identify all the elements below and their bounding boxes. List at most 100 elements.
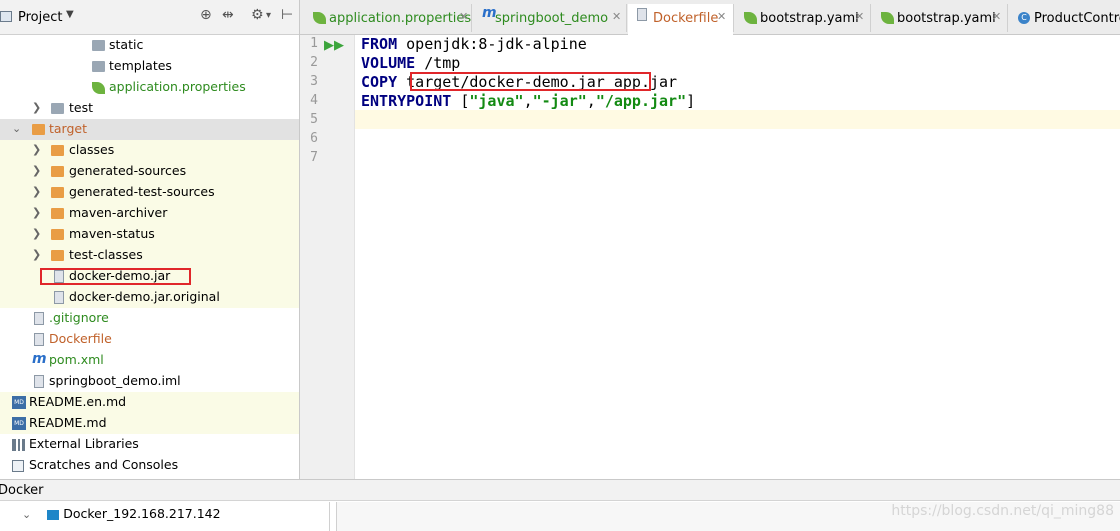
run-icon[interactable]: ▶▶: [324, 38, 344, 53]
close-icon[interactable]: ✕: [992, 10, 1001, 23]
libraries-icon: [12, 439, 25, 451]
current-line-highlight: [355, 110, 1120, 129]
tree-item-dockerfile[interactable]: Dockerfile: [0, 329, 299, 350]
close-icon[interactable]: ✕: [717, 10, 726, 23]
chevron-down-icon[interactable]: ▼: [66, 9, 74, 20]
tree-item-target[interactable]: ⌄ target: [0, 119, 299, 140]
docker-icon: [47, 509, 60, 520]
folder-icon: [51, 250, 64, 261]
tab-label: springboot_demo: [495, 11, 609, 26]
locate-icon[interactable]: ⊕: [200, 7, 212, 23]
chevron-right-icon[interactable]: ❯: [32, 101, 41, 114]
tree-item-label: maven-status: [69, 226, 155, 241]
tree-item-gitignore[interactable]: .gitignore: [0, 308, 299, 329]
keyword: COPY: [361, 73, 398, 91]
close-icon[interactable]: ✕: [612, 10, 621, 23]
code-text: [: [451, 92, 470, 110]
line-number: 5: [310, 112, 318, 127]
tree-item-application-properties[interactable]: application.properties: [0, 77, 299, 98]
chevron-down-icon[interactable]: ⌄: [12, 122, 21, 135]
tree-item-label: test: [69, 100, 94, 115]
tree-item-label: templates: [109, 58, 172, 73]
string-literal: "java": [469, 92, 524, 110]
tree-item-pom-xml[interactable]: m pom.xml: [0, 350, 299, 371]
close-icon[interactable]: ✕: [855, 10, 864, 23]
close-icon[interactable]: ✕: [459, 10, 468, 23]
class-icon: C: [1018, 12, 1030, 24]
keyword: FROM: [361, 35, 398, 53]
spring-leaf-icon: [92, 82, 105, 94]
chevron-right-icon[interactable]: ❯: [32, 227, 41, 240]
line-number-gutter: 1 2 3 4 5 6 7 ▶▶: [300, 35, 355, 479]
file-icon: [34, 333, 44, 346]
tab-product-controller[interactable]: C ProductControl: [1009, 4, 1120, 32]
chevron-right-icon[interactable]: ❯: [32, 206, 41, 219]
folder-icon: [51, 208, 64, 219]
docker-connection-node[interactable]: ⌄ Docker_192.168.217.142: [22, 506, 221, 521]
file-icon: [34, 375, 44, 388]
tree-item-external-libraries[interactable]: External Libraries: [0, 434, 299, 455]
folder-icon: [51, 103, 64, 114]
docker-file-icon: [637, 8, 647, 21]
tree-item-test[interactable]: ❯ test: [0, 98, 299, 119]
watermark: https://blog.csdn.net/qi_ming88: [891, 503, 1114, 519]
tab-application-properties[interactable]: application.properties ✕: [304, 4, 472, 32]
tree-item-readme[interactable]: MD README.md: [0, 413, 299, 434]
tree-item-iml[interactable]: springboot_demo.iml: [0, 371, 299, 392]
code-editor[interactable]: 1 2 3 4 5 6 7 ▶▶ FROM openjdk:8-jdk-alpi…: [300, 35, 1120, 479]
file-icon: [34, 312, 44, 325]
code-text: ,: [523, 92, 533, 110]
docker-services-tree: ⌄ Docker_192.168.217.142: [0, 502, 330, 531]
chevron-down-icon[interactable]: ▾: [266, 10, 271, 21]
folder-icon: [92, 61, 105, 72]
hide-icon[interactable]: ⊢: [281, 7, 293, 23]
tree-item-maven-archiver[interactable]: ❯ maven-archiver: [0, 203, 299, 224]
folder-icon: [51, 145, 64, 156]
editor-tab-bar: application.properties ✕ m springboot_de…: [300, 0, 1120, 36]
tree-item-label: Scratches and Consoles: [29, 457, 179, 472]
tab-bootstrap-yaml-1[interactable]: bootstrap.yaml ✕: [735, 4, 871, 32]
string-literal: "/app.jar": [595, 92, 687, 110]
tree-item-docker-demo-jar-original[interactable]: docker-demo.jar.original: [0, 287, 299, 308]
tab-label: bootstrap.yaml: [760, 11, 859, 26]
tree-item-readme-en[interactable]: MD README.en.md: [0, 392, 299, 413]
tree-item-label: springboot_demo.iml: [49, 373, 181, 388]
tree-item-generated-test-sources[interactable]: ❯ generated-test-sources: [0, 182, 299, 203]
tree-item-templates[interactable]: templates: [0, 56, 299, 77]
collapse-all-icon[interactable]: ⇹: [222, 7, 234, 23]
line-number: 6: [310, 131, 318, 146]
code-text: ]: [686, 92, 696, 110]
chevron-right-icon[interactable]: ❯: [32, 164, 41, 177]
code-line-1: FROM openjdk:8-jdk-alpine: [361, 35, 587, 54]
tab-springboot-demo[interactable]: m springboot_demo ✕: [473, 4, 627, 32]
line-number: 4: [310, 93, 318, 108]
tab-bootstrap-yaml-2[interactable]: bootstrap.yaml ✕: [872, 4, 1008, 32]
tree-item-label: docker-demo.jar.original: [69, 289, 220, 304]
folder-icon: [92, 40, 105, 51]
chevron-down-icon[interactable]: ⌄: [22, 508, 31, 521]
tab-label: bootstrap.yaml: [897, 11, 996, 26]
code-line-2: VOLUME /tmp: [361, 54, 460, 73]
docker-title: Docker: [0, 483, 44, 498]
project-title[interactable]: Project: [18, 10, 62, 25]
tree-item-label: pom.xml: [49, 352, 104, 367]
tree-item-test-classes[interactable]: ❯ test-classes: [0, 245, 299, 266]
chevron-right-icon[interactable]: ❯: [32, 143, 41, 156]
tree-item-label: static: [109, 37, 144, 52]
chevron-right-icon[interactable]: ❯: [32, 185, 41, 198]
tree-item-label: .gitignore: [49, 310, 109, 325]
folder-icon: [51, 187, 64, 198]
tree-item-label: External Libraries: [29, 436, 139, 451]
tree-item-label: generated-test-sources: [69, 184, 215, 199]
tree-item-scratches[interactable]: Scratches and Consoles: [0, 455, 299, 476]
tree-item-static[interactable]: static: [0, 35, 299, 56]
tab-dockerfile[interactable]: Dockerfile ✕: [628, 4, 734, 36]
docker-tool-window-header: Docker: [0, 479, 1120, 501]
tree-item-classes[interactable]: ❯ classes: [0, 140, 299, 161]
gear-icon[interactable]: ⚙: [251, 7, 264, 23]
line-number: 2: [310, 55, 318, 70]
tree-item-maven-status[interactable]: ❯ maven-status: [0, 224, 299, 245]
tree-item-generated-sources[interactable]: ❯ generated-sources: [0, 161, 299, 182]
tree-item-label: README.md: [29, 415, 107, 430]
chevron-right-icon[interactable]: ❯: [32, 248, 41, 261]
